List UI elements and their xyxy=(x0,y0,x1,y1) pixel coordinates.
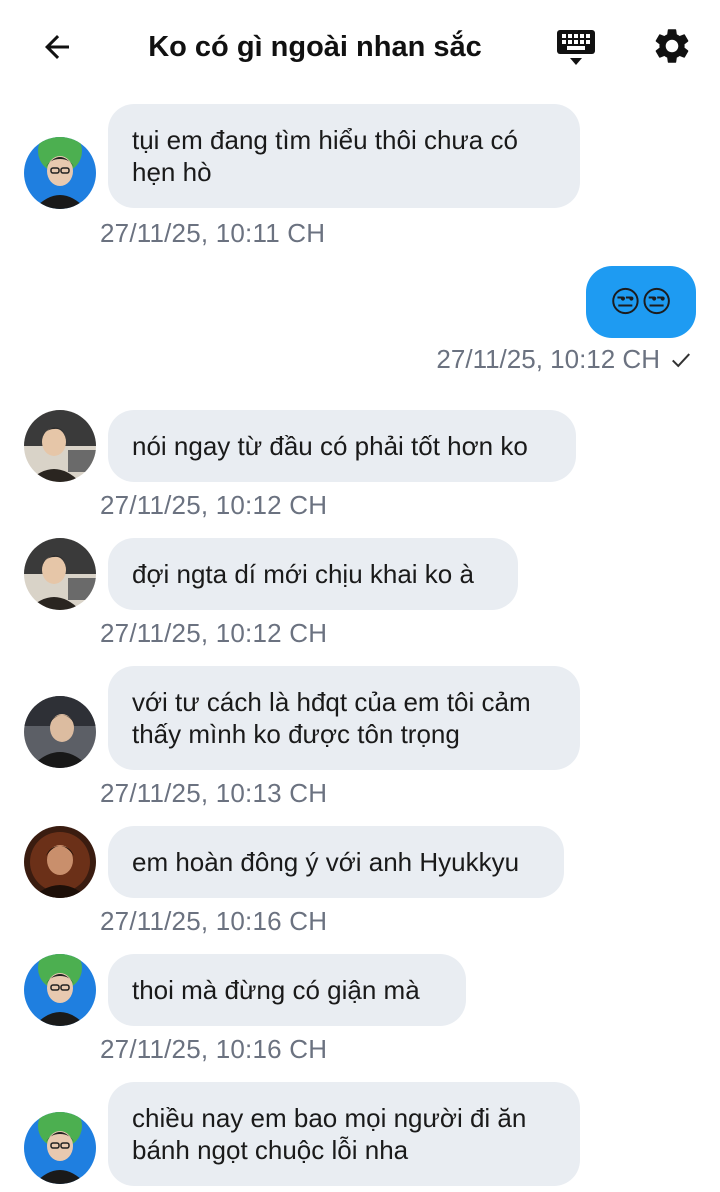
message-timestamp: 27/11/25, 10:12 CH xyxy=(436,344,660,374)
message-bubble[interactable]: nói ngay từ đầu có phải tốt hơn ko xyxy=(108,410,576,482)
message-bubble[interactable]: thoi mà đừng có giận mà xyxy=(108,954,466,1026)
settings-button[interactable] xyxy=(648,22,696,70)
message-text: chiều nay em bao mọi người đi ăn bánh ng… xyxy=(132,1103,527,1165)
message-timestamp: 27/11/25, 10:13 CH xyxy=(100,778,328,808)
avatar[interactable] xyxy=(24,137,96,209)
gear-icon xyxy=(655,29,689,63)
message-bubble[interactable]: đợi ngta dí mới chịu khai ko à xyxy=(108,538,518,610)
message-timestamp: 27/11/25, 10:11 CH xyxy=(100,218,326,248)
message-timestamp: 27/11/25, 10:12 CH xyxy=(100,490,328,520)
message-text: thoi mà đừng có giận mà xyxy=(132,975,420,1005)
message-timestamp: 27/11/25, 10:12 CH xyxy=(100,618,328,648)
message-timestamp-outgoing: 27/11/25, 10:12 CH xyxy=(436,344,692,375)
avatar[interactable] xyxy=(24,954,96,1026)
message-bubble[interactable]: chiều nay em bao mọi người đi ăn bánh ng… xyxy=(108,1082,580,1186)
message-timestamp: 27/11/25, 10:16 CH xyxy=(100,1034,328,1064)
message-text: tụi em đang tìm hiểu thôi chưa có hẹn hò xyxy=(132,125,518,187)
message-bubble[interactable]: em hoàn đông ý với anh Hyukkyu xyxy=(108,826,564,898)
keyboard-button[interactable] xyxy=(553,24,599,70)
arrow-left-icon xyxy=(45,35,69,59)
avatar[interactable] xyxy=(24,538,96,610)
message-text: 😒😒 xyxy=(609,285,673,319)
message-text: với tư cách là hđqt của em tôi cảm thấy … xyxy=(132,687,531,749)
keyboard-icon xyxy=(557,30,595,65)
avatar[interactable] xyxy=(24,410,96,482)
message-list[interactable]: tụi em đang tìm hiểu thôi chưa có hẹn hò… xyxy=(0,92,720,1192)
message-bubble[interactable]: tụi em đang tìm hiểu thôi chưa có hẹn hò xyxy=(108,104,580,208)
avatar[interactable] xyxy=(24,1112,96,1184)
message-text: nói ngay từ đầu có phải tốt hơn ko xyxy=(132,431,528,461)
chat-title: Ko có gì ngoài nhan sắc xyxy=(148,31,482,63)
avatar[interactable] xyxy=(24,696,96,768)
message-bubble-outgoing[interactable]: 😒😒 xyxy=(586,266,696,338)
avatar[interactable] xyxy=(24,826,96,898)
message-text: em hoàn đông ý với anh Hyukkyu xyxy=(132,847,520,877)
check-icon xyxy=(672,352,690,367)
message-text: đợi ngta dí mới chịu khai ko à xyxy=(132,559,474,589)
message-bubble[interactable]: với tư cách là hđqt của em tôi cảm thấy … xyxy=(108,666,580,770)
chat-header: Ko có gì ngoài nhan sắc xyxy=(0,0,720,92)
back-button[interactable] xyxy=(34,24,80,70)
message-timestamp: 27/11/25, 10:16 CH xyxy=(100,906,328,936)
